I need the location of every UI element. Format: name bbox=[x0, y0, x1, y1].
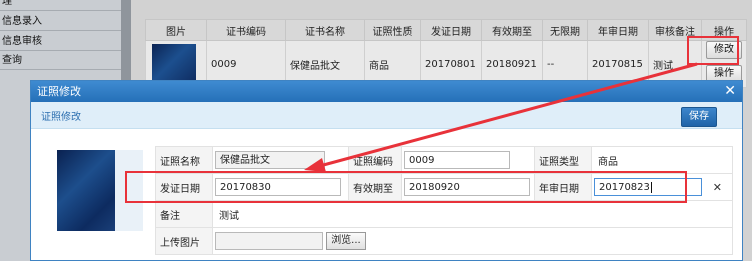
form-row: 备注 测试 bbox=[155, 200, 733, 228]
cert-name-cell: 保健品批文 bbox=[212, 146, 349, 174]
clear-icon[interactable]: ✕ bbox=[713, 181, 722, 194]
sidebar-item-label: 信息审核 bbox=[2, 36, 42, 47]
col-header-code: 证书编码 bbox=[206, 19, 286, 41]
cert-code-label: 证照编码 bbox=[348, 146, 402, 174]
sidebar-item-label: 查询 bbox=[2, 55, 22, 66]
browse-button[interactable]: 浏览... bbox=[326, 232, 366, 250]
table-header-row: 图片 证书编码 证书名称 证照性质 发证日期 有效期至 无限期 年审日期 审核备… bbox=[145, 19, 747, 41]
dialog-title: 证照修改 bbox=[37, 85, 81, 98]
remark-label: 备注 bbox=[155, 200, 213, 228]
col-header-issue-date: 发证日期 bbox=[420, 19, 482, 41]
annotation-box-dates bbox=[125, 171, 687, 203]
cert-type-label: 证照类型 bbox=[534, 146, 592, 174]
col-header-image: 图片 bbox=[145, 19, 207, 41]
form-row: 上传图片 浏览... bbox=[155, 227, 733, 255]
certificate-thumbnail[interactable] bbox=[152, 44, 196, 84]
save-button[interactable]: 保存 bbox=[681, 107, 717, 127]
col-header-annual-review: 年审日期 bbox=[587, 19, 649, 41]
upload-cell: 浏览... bbox=[212, 227, 733, 255]
remark-value[interactable]: 测试 bbox=[212, 200, 733, 228]
dialog-titlebar: 证照修改 ✕ bbox=[31, 81, 742, 102]
cert-name-field[interactable]: 保健品批文 bbox=[215, 151, 325, 169]
sidebar-item-review[interactable]: 信息审核 bbox=[0, 33, 123, 51]
col-header-name: 证书名称 bbox=[285, 19, 365, 41]
sidebar-item-label: 信息录入 bbox=[2, 16, 42, 27]
cert-code-field[interactable]: 0009 bbox=[404, 151, 510, 169]
col-header-unlimited: 无限期 bbox=[542, 19, 588, 41]
upload-path-field bbox=[215, 232, 323, 250]
annotation-box-edit bbox=[687, 36, 739, 65]
col-header-nature: 证照性质 bbox=[364, 19, 421, 41]
certificate-preview-image bbox=[57, 150, 115, 231]
dialog-subtitle: 证照修改 bbox=[41, 112, 81, 123]
sidebar-item-query[interactable]: 查询 bbox=[0, 52, 123, 70]
close-icon[interactable]: ✕ bbox=[724, 81, 736, 102]
sidebar-item-label: 理 bbox=[2, 0, 12, 7]
dialog-toolbar: 证照修改 bbox=[31, 102, 742, 129]
form-row: 证照名称 保健品批文 证照编码 0009 证照类型 商品 bbox=[155, 146, 733, 174]
cert-type-value: 商品 bbox=[591, 146, 733, 174]
certificate-table: 图片 证书编码 证书名称 证照性质 发证日期 有效期至 无限期 年审日期 审核备… bbox=[145, 19, 747, 88]
cert-code-cell: 0009 bbox=[401, 146, 535, 174]
col-header-valid-until: 有效期至 bbox=[481, 19, 543, 41]
sidebar-item-manage[interactable]: 理 bbox=[0, 0, 123, 11]
cert-name-label: 证照名称 bbox=[155, 146, 213, 174]
upload-label: 上传图片 bbox=[155, 227, 213, 255]
sidebar-item-entry[interactable]: 信息录入 bbox=[0, 13, 123, 31]
